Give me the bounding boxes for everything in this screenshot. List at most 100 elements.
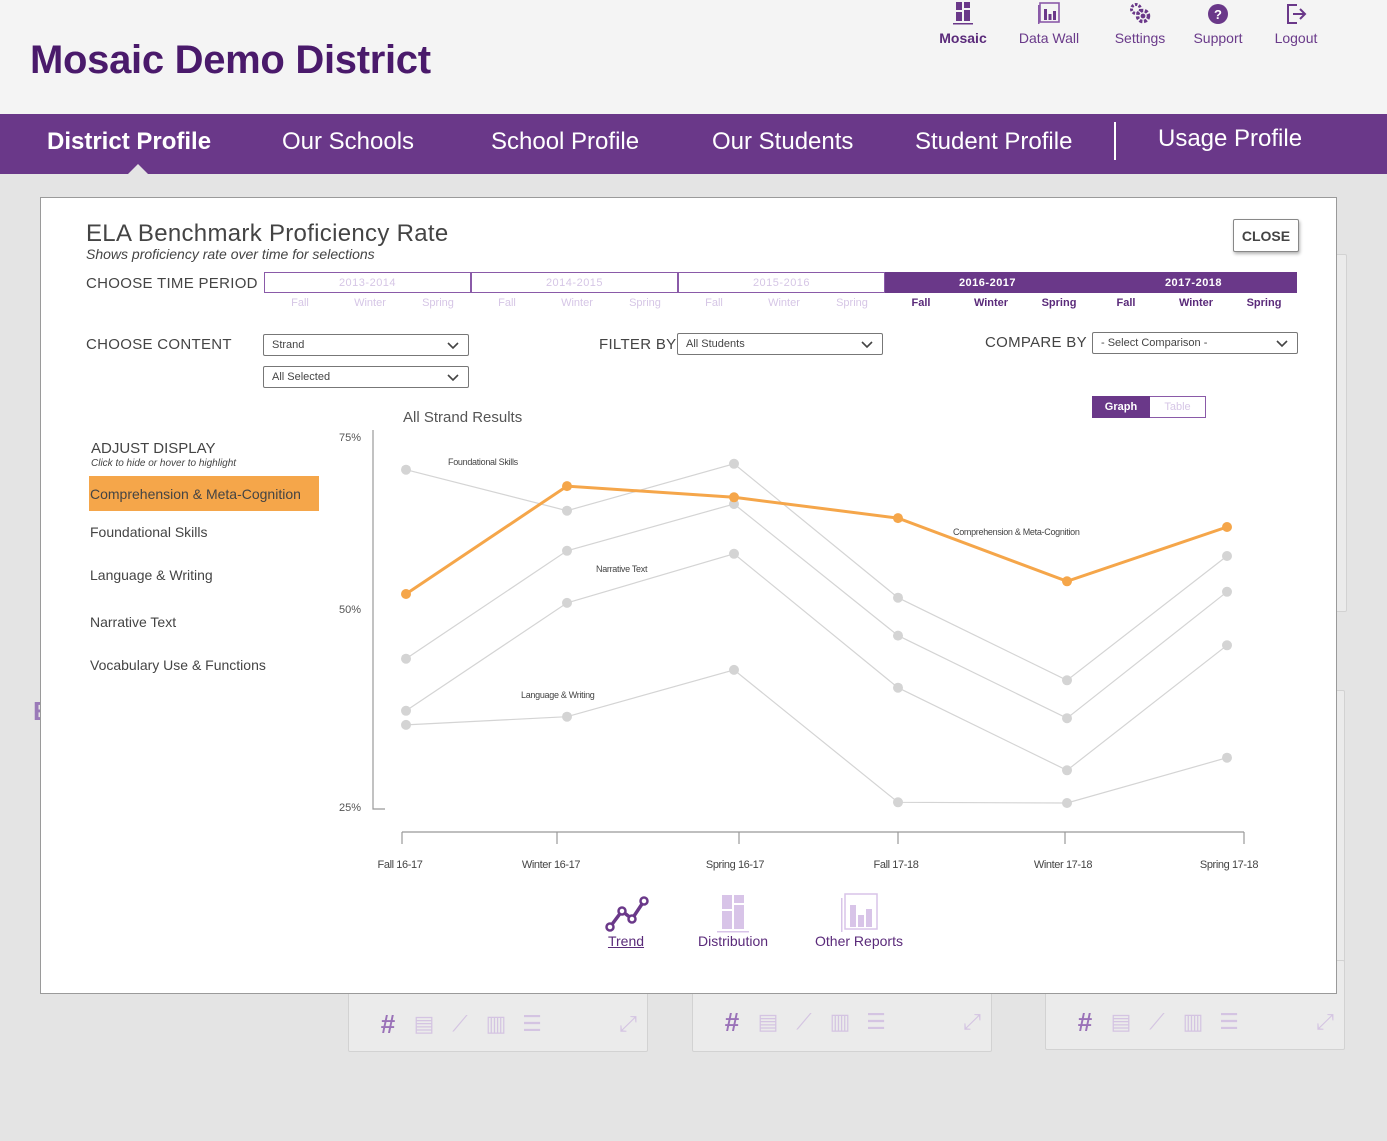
data-point-foundational-skills	[562, 505, 572, 516]
expand-icon[interactable]: ⤢	[1314, 1009, 1336, 1034]
data-point-comprehension-meta-cognition	[1222, 522, 1232, 532]
series-line-narrative-text	[405, 553, 1228, 772]
topnav-mosaic-label: Mosaic	[939, 30, 987, 46]
data-point-foundational-skills	[1062, 675, 1072, 686]
data-point-narrative-text	[893, 682, 903, 693]
y-tick-label: 25%	[339, 802, 361, 814]
data-point-foundational-skills	[401, 464, 411, 475]
bar-view-icon[interactable]: ▤	[757, 1009, 779, 1034]
data-point-narrative-text	[1222, 640, 1232, 651]
x-tick-label: Spring 16-17	[706, 859, 764, 871]
nav-divider	[1114, 122, 1116, 160]
list-view-icon[interactable]: ☰	[521, 1011, 543, 1036]
topnav-support[interactable]: ? Support	[1173, 0, 1263, 46]
data-point-vocabulary-use-functions	[562, 545, 572, 556]
trend-chart: 75% 50% 25% Fall 16-17 Winter 16-17 Spring 16…	[339, 430, 1259, 871]
x-tick-label: Fall 16-17	[378, 859, 423, 871]
data-point-comprehension-meta-cognition	[401, 589, 411, 599]
distribution-view-icon[interactable]: ▥	[485, 1011, 507, 1036]
report-tab-other-reports-label: Other Reports	[815, 933, 903, 949]
number-view-icon[interactable]: #	[1074, 1007, 1096, 1037]
x-tick-label: Winter 16-17	[522, 859, 580, 871]
card-toolbar: # ▤ ⟋ ▥ ☰ ⤢	[377, 1009, 639, 1039]
topnav-data-wall-label: Data Wall	[1018, 30, 1080, 46]
distribution-view-icon[interactable]: ▥	[1182, 1009, 1204, 1034]
tab-student-profile[interactable]: Student Profile	[915, 128, 1072, 156]
report-tab-trend-label: Trend	[607, 933, 645, 949]
report-tab-trend[interactable]: Trend	[601, 893, 651, 949]
data-point-language-writing	[401, 719, 411, 730]
x-tick-label: Fall 17-18	[874, 859, 919, 871]
report-tab-distribution-label: Distribution	[697, 933, 769, 949]
y-tick-label: 75%	[339, 432, 361, 444]
series-label-language-writing: Language & Writing	[521, 690, 595, 700]
number-view-icon[interactable]: #	[377, 1009, 399, 1039]
report-tab-other-reports[interactable]: Other Reports	[809, 893, 909, 949]
data-point-comprehension-meta-cognition	[1062, 576, 1072, 587]
number-view-icon[interactable]: #	[721, 1007, 743, 1037]
data-point-comprehension-meta-cognition	[562, 481, 572, 492]
data-point-vocabulary-use-functions	[1222, 586, 1232, 597]
data-point-foundational-skills	[729, 458, 739, 469]
card-toolbar: # ▤ ⟋ ▥ ☰ ⤢	[1074, 1007, 1336, 1037]
tab-our-students[interactable]: Our Students	[712, 128, 853, 156]
data-point-foundational-skills	[893, 592, 903, 603]
topnav-mosaic[interactable]: Mosaic	[918, 0, 1008, 46]
mosaic-icon	[953, 2, 973, 25]
topnav-logout[interactable]: Logout	[1251, 0, 1341, 46]
svg-text:?: ?	[1214, 7, 1222, 22]
bar-view-icon[interactable]: ▤	[1110, 1009, 1132, 1034]
series-label-comprehension-meta-cognition: Comprehension & Meta-Cognition	[953, 527, 1080, 537]
distribution-icon	[717, 895, 749, 933]
logout-icon	[1287, 4, 1307, 24]
topnav-data-wall[interactable]: Data Wall	[1004, 0, 1094, 46]
x-tick-label: Spring 17-18	[1200, 859, 1258, 871]
tab-school-profile[interactable]: School Profile	[491, 128, 639, 156]
data-wall-icon	[1038, 2, 1060, 24]
data-point-language-writing	[562, 711, 572, 722]
topnav-logout-label: Logout	[1274, 30, 1318, 46]
data-point-language-writing	[729, 664, 739, 675]
data-point-narrative-text	[729, 548, 739, 559]
data-point-comprehension-meta-cognition	[893, 513, 903, 524]
trend-view-icon[interactable]: ⟋	[449, 1011, 471, 1036]
series-line-vocabulary-use-functions	[405, 503, 1228, 719]
trend-view-icon[interactable]: ⟋	[1146, 1009, 1168, 1034]
tab-usage-profile[interactable]: Usage Profile	[1158, 125, 1302, 153]
series-label-narrative-text: Narrative Text	[596, 564, 648, 574]
help-icon: ?	[1208, 4, 1228, 24]
top-bar: Mosaic Demo District Mosaic Data Wall Se…	[0, 0, 1387, 114]
list-view-icon[interactable]: ☰	[1218, 1009, 1240, 1034]
data-point-comprehension-meta-cognition	[729, 492, 739, 503]
tab-district-profile[interactable]: District Profile	[47, 128, 211, 156]
topnav-support-label: Support	[1193, 30, 1243, 46]
y-tick-label: 50%	[339, 604, 361, 616]
bar-chart-icon	[841, 893, 878, 932]
list-view-icon[interactable]: ☰	[865, 1009, 887, 1034]
data-point-vocabulary-use-functions	[1062, 713, 1072, 724]
gear-icon	[1130, 3, 1151, 24]
active-tab-caret	[128, 164, 148, 174]
series-line-comprehension-meta-cognition	[405, 484, 1228, 596]
x-tick-label: Winter 17-18	[1034, 859, 1092, 871]
trend-view-icon[interactable]: ⟋	[793, 1009, 815, 1034]
district-title: Mosaic Demo District	[30, 38, 431, 82]
report-tab-distribution[interactable]: Distribution	[693, 893, 773, 949]
data-point-narrative-text	[562, 597, 572, 608]
data-point-language-writing	[1062, 798, 1072, 808]
expand-icon[interactable]: ⤢	[961, 1009, 983, 1034]
data-point-narrative-text	[1062, 765, 1072, 776]
tab-our-schools[interactable]: Our Schools	[282, 128, 414, 156]
data-point-vocabulary-use-functions	[401, 653, 411, 664]
distribution-view-icon[interactable]: ▥	[829, 1009, 851, 1034]
series-label-foundational-skills: Foundational Skills	[448, 457, 519, 467]
expand-icon[interactable]: ⤢	[617, 1011, 639, 1036]
main-nav: District Profile Our Schools School Prof…	[0, 114, 1387, 174]
bar-view-icon[interactable]: ▤	[413, 1011, 435, 1036]
series-line-foundational-skills	[405, 463, 1228, 682]
data-point-vocabulary-use-functions	[893, 630, 903, 641]
topnav-settings-label: Settings	[1114, 30, 1166, 46]
card-toolbar: # ▤ ⟋ ▥ ☰ ⤢	[721, 1007, 983, 1037]
report-modal: ELA Benchmark Proficiency Rate Shows pro…	[40, 197, 1337, 994]
topnav-settings[interactable]: Settings	[1095, 0, 1185, 46]
